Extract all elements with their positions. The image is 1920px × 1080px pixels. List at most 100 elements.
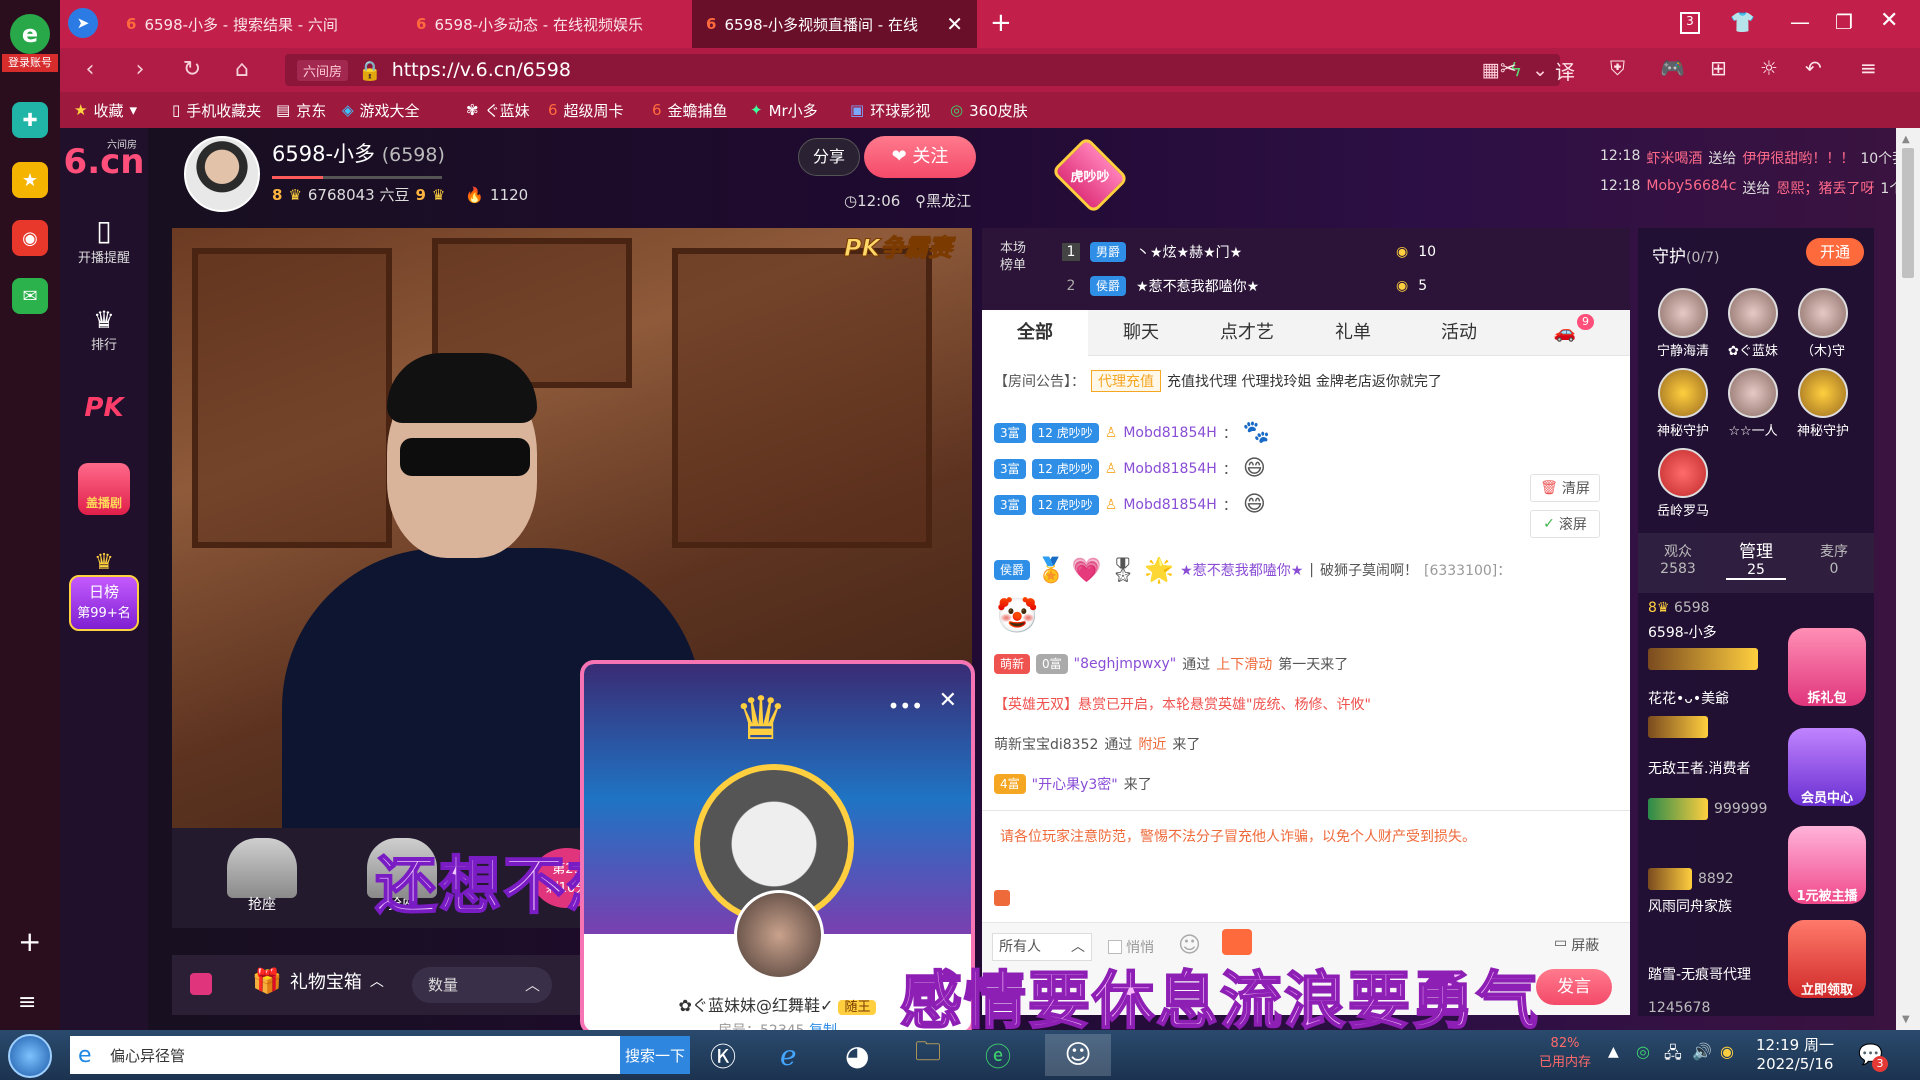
more-icon[interactable]: ••• bbox=[888, 694, 923, 718]
gift-box-button[interactable]: 🎁 礼物宝箱 ︿ bbox=[252, 967, 384, 995]
chrome-icon[interactable]: ◕ bbox=[845, 1034, 869, 1076]
open-guard-button[interactable]: 开通 bbox=[1806, 238, 1864, 266]
member-center-promo[interactable]: 会员中心 bbox=[1788, 728, 1866, 806]
reload-icon[interactable]: ↻ bbox=[178, 56, 206, 84]
clock[interactable]: 12:19 周一 2022/5/16 bbox=[1755, 1034, 1835, 1073]
clear-screen-button[interactable]: 🗑 清屏 bbox=[1530, 474, 1600, 502]
page-scrollbar[interactable]: ▲ ▼ bbox=[1896, 128, 1920, 1030]
bookmark-lanmei[interactable]: ✾ ぐ蓝妹 bbox=[466, 92, 530, 128]
bookmark-fishing[interactable]: 6 金蟾捕鱼 bbox=[652, 92, 728, 128]
tab-live-room[interactable]: 6 6598-小多视频直播间 - 在线 ✕ bbox=[692, 0, 977, 48]
block-button[interactable]: ▭ 屏蔽 bbox=[1554, 935, 1599, 955]
chevron-down-icon[interactable]: ⌄ bbox=[1532, 59, 1548, 81]
one-yuan-promo[interactable]: 1元被主播 bbox=[1788, 826, 1866, 904]
back-icon[interactable]: ‹ bbox=[76, 56, 104, 84]
undo-icon[interactable]: ↶ bbox=[1805, 56, 1822, 80]
home-icon[interactable]: ⌂ bbox=[228, 56, 256, 84]
add-sidebar-icon[interactable]: + bbox=[18, 925, 41, 958]
restore-icon[interactable]: ❐ bbox=[1835, 10, 1853, 34]
tab-dynamics[interactable]: 6 6598-小多动态 - 在线视频娱乐 bbox=[402, 0, 690, 48]
nav-ranking[interactable]: ♛ 排行 bbox=[60, 298, 148, 378]
favorite-star-icon[interactable]: ★ bbox=[12, 162, 48, 198]
sidebar-menu-icon[interactable]: ≡ bbox=[18, 990, 36, 1015]
close-tab-icon[interactable]: ✕ bbox=[946, 12, 963, 36]
guard-avatar[interactable] bbox=[1798, 368, 1848, 418]
minimize-icon[interactable]: — bbox=[1790, 10, 1810, 34]
bookmark-jd[interactable]: ▤ 京东 bbox=[276, 92, 326, 128]
rank-row[interactable]: 1 男爵 丶★炫★赫★门★ ◉ 10 bbox=[1062, 242, 1436, 262]
translate-icon[interactable]: 译 bbox=[1555, 56, 1575, 85]
guard-avatar[interactable] bbox=[1658, 448, 1708, 498]
tab-gift-list[interactable]: 礼单 bbox=[1300, 310, 1406, 356]
tray-app-icon[interactable]: ◎ bbox=[1636, 1042, 1650, 1061]
claim-now-promo[interactable]: 立即领取 bbox=[1788, 920, 1866, 998]
bookmark-weekly[interactable]: 6 超级周卡 bbox=[548, 92, 624, 128]
tab-all[interactable]: 全部 bbox=[982, 310, 1088, 356]
admin-list-item[interactable]: 花花•ᴗ•美爺 bbox=[1648, 688, 1729, 708]
anchor-avatar[interactable] bbox=[184, 136, 260, 212]
bookmark-global-video[interactable]: ▣ 环球影视 bbox=[850, 92, 930, 128]
car-tab[interactable]: 🚗 9 bbox=[1512, 310, 1618, 356]
tab-search-results[interactable]: 6 6598-小多 - 搜索结果 - 六间 bbox=[112, 0, 400, 48]
tab-chat[interactable]: 聊天 bbox=[1088, 310, 1194, 356]
share-button[interactable]: 分享 bbox=[798, 138, 860, 176]
ie-browser-icon[interactable]: ℯ bbox=[780, 1034, 797, 1076]
shirt-skin-icon[interactable]: 👕 bbox=[1730, 10, 1755, 34]
network-icon[interactable]: 🖧 bbox=[1664, 1042, 1682, 1069]
guard-avatar[interactable] bbox=[1728, 368, 1778, 418]
new-tab-icon[interactable]: + bbox=[990, 8, 1012, 38]
send-button[interactable]: 发言 bbox=[1536, 969, 1612, 1005]
quantity-select[interactable]: 数量 ︿ bbox=[412, 967, 552, 1003]
tab-activity[interactable]: 活动 bbox=[1406, 310, 1512, 356]
bookmark-mobile[interactable]: ▯ 手机收藏夹 bbox=[172, 92, 261, 128]
tab-mic-queue[interactable]: 麦序 0 bbox=[1804, 541, 1864, 577]
gift-shop-icon[interactable] bbox=[190, 973, 212, 995]
360-browser-icon[interactable]: ⓔ bbox=[985, 1034, 1011, 1076]
scroll-screen-button[interactable]: ✓ 滚屏 bbox=[1530, 510, 1600, 538]
bookmark-favorites[interactable]: ★ 收藏 ▾ bbox=[74, 92, 137, 128]
brightness-icon[interactable]: ☼ bbox=[1760, 56, 1778, 80]
bookmark-games[interactable]: ◈ 游戏大全 bbox=[342, 92, 420, 128]
admin-list-item[interactable]: 8892 bbox=[1648, 868, 1734, 890]
tab-talent[interactable]: 点才艺 bbox=[1194, 310, 1300, 356]
tab-counter-icon[interactable]: 3 bbox=[1680, 12, 1700, 34]
k-app-icon[interactable]: Ⓚ bbox=[710, 1034, 736, 1076]
browser-menu-icon[interactable]: ➤ bbox=[68, 8, 98, 38]
qr-icon[interactable]: ▦ bbox=[1482, 59, 1500, 81]
app-icon[interactable]: ✚ bbox=[12, 102, 48, 138]
admin-list-item[interactable]: 8♛ 6598 bbox=[1648, 600, 1710, 616]
forward-icon[interactable]: › bbox=[126, 56, 154, 84]
rank-title[interactable]: 本场榜单 bbox=[996, 240, 1030, 274]
admin-list-item[interactable]: 踏雪-无痕哥代理 bbox=[1648, 964, 1751, 984]
rank-row[interactable]: 2 侯爵 ★惹不惹我都嗑你★ ◉ 5 bbox=[1062, 276, 1427, 296]
360-logo-icon[interactable]: e bbox=[10, 14, 50, 54]
bookmark-360-skin[interactable]: ◎ 360皮肤 bbox=[950, 92, 1028, 128]
game-icon[interactable]: 🎮 bbox=[1660, 56, 1685, 80]
menu-icon[interactable]: ≡ bbox=[1860, 56, 1877, 80]
gift-pack-promo[interactable]: 拆礼包 bbox=[1788, 628, 1866, 706]
active-app-icon[interactable]: ☺ bbox=[1045, 1034, 1111, 1076]
bookmark-mr-xiaoduo[interactable]: ✦ Mr小多 bbox=[750, 92, 818, 128]
url-text[interactable]: https://v.6.cn/6598 bbox=[392, 59, 571, 81]
admin-list-item[interactable]: 999999 bbox=[1648, 798, 1767, 820]
close-icon[interactable]: ✕ bbox=[939, 688, 957, 713]
guard-avatar[interactable] bbox=[1728, 288, 1778, 338]
folder-icon[interactable]: 🗀 bbox=[915, 1034, 941, 1076]
grid-icon[interactable]: ⊞ bbox=[1710, 56, 1727, 80]
memory-meter[interactable]: 82% 已用内存 bbox=[1530, 1036, 1600, 1070]
weibo-icon[interactable]: ◉ bbox=[12, 220, 48, 256]
follow-button[interactable]: ❤ 关注 bbox=[864, 136, 976, 178]
shield-icon[interactable]: ⛨ bbox=[1610, 56, 1625, 80]
nav-daily-rank[interactable]: ♛ 日榜 第99+名 bbox=[60, 550, 148, 640]
grab-seat-1[interactable]: 抢座 bbox=[202, 838, 322, 918]
nav-drama[interactable]: 盖播剧 bbox=[60, 463, 148, 533]
login-account-button[interactable]: 登录账号 bbox=[2, 54, 58, 72]
tab-admins[interactable]: 管理 25 bbox=[1726, 537, 1786, 580]
volume-icon[interactable]: 🔊 bbox=[1692, 1042, 1712, 1061]
guard-avatar[interactable] bbox=[1658, 288, 1708, 338]
mail-icon[interactable]: ✉ bbox=[12, 278, 48, 314]
address-bar[interactable]: 六间房 🔒 https://v.6.cn/6598 ▦ ϟ ⌄ bbox=[285, 54, 1560, 86]
scrollbar-thumb[interactable] bbox=[1902, 148, 1914, 278]
tab-audience[interactable]: 观众 2583 bbox=[1648, 541, 1708, 577]
search-button[interactable]: 搜索一下 bbox=[620, 1036, 690, 1074]
